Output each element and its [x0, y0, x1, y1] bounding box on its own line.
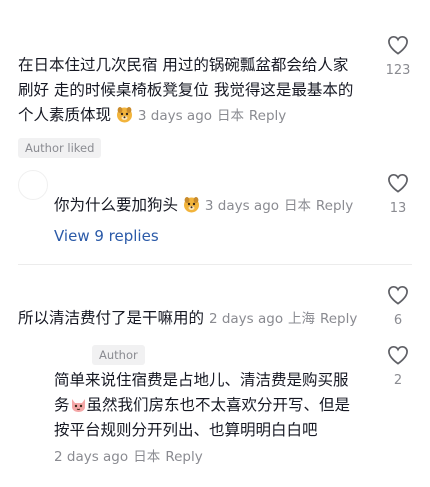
heart-icon[interactable]: [378, 35, 418, 55]
comment-1-time: 3 days ago: [137, 108, 213, 124]
author-liked-badge: Author liked: [18, 137, 102, 158]
avatar[interactable]: [18, 170, 48, 200]
comment-2-reply-button[interactable]: Reply: [316, 198, 353, 214]
comment-3-body: 所以清洁费付了是干嘛用的: [18, 309, 205, 327]
comment-4-like[interactable]: 2: [378, 345, 418, 388]
author-liked-label: Author liked: [18, 138, 102, 158]
comment-1-line-3: 个人素质体现: [18, 106, 112, 124]
author-tag-label: Author: [92, 345, 145, 365]
dog-face-emoji-icon: [183, 196, 200, 213]
comment-2-location: 日本: [283, 198, 311, 214]
comment-1-like[interactable]: 123: [378, 35, 418, 78]
comment-2-like[interactable]: 13: [378, 173, 418, 216]
comment-1-location: 日本: [216, 108, 244, 124]
cat-face-emoji-icon: [70, 396, 87, 413]
comment-4-line-2-prefix: 务: [54, 396, 70, 414]
heart-icon[interactable]: [378, 173, 418, 193]
divider: [18, 264, 412, 265]
comment-4-like-count: 2: [393, 373, 403, 388]
comment-1-like-count: 123: [385, 63, 411, 78]
comment-4-line-1: 简单来说住宿费是占地儿、清洁费是购买服: [54, 371, 349, 389]
comment-1-text: 在日本住过几次民宿 用过的锅碗瓢盆都会给人家 刷好 走的时候桌椅板凳复位 我觉得…: [18, 53, 378, 129]
comment-3-like[interactable]: 6: [378, 285, 418, 328]
comment-4-time: 2 days ago: [54, 449, 129, 465]
dog-face-emoji-icon: [116, 106, 133, 123]
view-replies-link[interactable]: View 9 replies: [54, 227, 159, 245]
comment-4-location: 日本: [133, 449, 161, 465]
comment-1-line-2: 刷好 走的时候桌椅板凳复位 我觉得这是最基本的: [18, 81, 354, 99]
comment-4-reply-button[interactable]: Reply: [165, 449, 202, 465]
comment-1-line-1: 在日本住过几次民宿 用过的锅碗瓢盆都会给人家: [18, 56, 349, 74]
comment-3-text: 所以清洁费付了是干嘛用的 2 days ago 上海 Reply: [18, 306, 378, 332]
comment-3-reply-button[interactable]: Reply: [320, 311, 357, 327]
comment-3-like-count: 6: [393, 313, 403, 328]
comment-3-time: 2 days ago: [208, 311, 284, 327]
comment-4-line-3: 按平台规则分开列出、也算明明白白吧: [54, 421, 318, 439]
author-tag: Author: [92, 344, 145, 365]
comment-2-body: 你为什么要加狗头: [54, 196, 179, 214]
comment-2-like-count: 13: [389, 201, 407, 216]
comment-1-reply-button[interactable]: Reply: [249, 108, 286, 124]
heart-icon[interactable]: [378, 285, 418, 305]
comment-2-time: 3 days ago: [204, 198, 280, 214]
heart-icon[interactable]: [378, 345, 418, 365]
comment-3-location: 上海: [288, 311, 316, 327]
comment-4-line-2: 虽然我们房东也不太喜欢分开写、但是: [86, 396, 351, 414]
comment-4-text: 简单来说住宿费是占地儿、清洁费是购买服 务 虽然我们房东也不太喜欢分开写、但是 …: [54, 368, 374, 443]
comment-2-text: 你为什么要加狗头 3 days ago 日本 Reply: [54, 193, 374, 219]
